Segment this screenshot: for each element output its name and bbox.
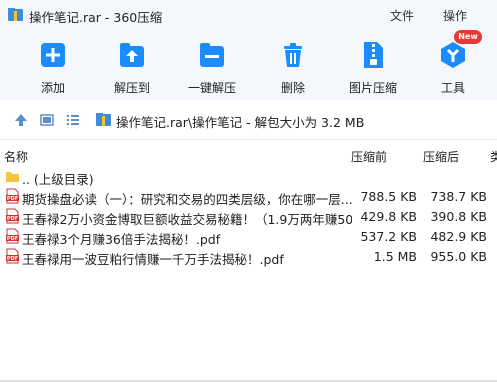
column-type[interactable]: 类 <box>490 148 497 165</box>
one-click-extract-button[interactable]: 一键解压 <box>177 40 247 98</box>
delete-label: 删除 <box>280 81 305 95</box>
path-text: 操作笔记.rar\操作笔记 - 解包大小为 3.2 MB <box>116 115 365 130</box>
column-packed[interactable]: 压缩前 <box>351 148 387 165</box>
column-name[interactable]: 名称 <box>4 148 28 165</box>
up-arrow-icon[interactable] <box>13 112 29 128</box>
tools-icon <box>441 42 465 68</box>
menu-file[interactable]: 文件 <box>390 7 414 24</box>
new-badge: New <box>454 30 482 44</box>
column-original[interactable]: 压缩后 <box>423 148 459 165</box>
list-item[interactable]: PDF 王春禄3个月赚36倍手法揭秘！.pdf 537.2 KB 482.9 K… <box>0 226 497 247</box>
path-box[interactable]: 操作笔记.rar\操作笔记 - 解包大小为 3.2 MB <box>92 108 497 132</box>
extract-to-label: 解压到 <box>113 81 150 95</box>
tools-button[interactable]: 工具 <box>418 40 488 98</box>
delete-button[interactable]: 删除 <box>258 40 328 98</box>
trash-icon <box>284 43 302 67</box>
svg-text:PDF: PDF <box>7 236 18 242</box>
image-compress-button[interactable]: 图片压缩 <box>338 40 408 98</box>
add-icon <box>41 43 65 67</box>
file-packed-size: 1.5 MB <box>373 249 417 264</box>
tools-label: 工具 <box>440 81 465 95</box>
pdf-icon: PDF <box>6 228 19 244</box>
file-packed-size: 429.8 KB <box>360 209 417 224</box>
file-name: 王春禄用一波豆粕行情赚一千万手法揭秘！.pdf <box>22 252 284 267</box>
image-compress-label: 图片压缩 <box>348 81 397 95</box>
menu-operation[interactable]: 操作 <box>443 7 467 24</box>
extract-to-button[interactable]: 解压到 <box>97 40 167 98</box>
pdf-icon: PDF <box>6 208 19 224</box>
file-packed-size: 788.5 KB <box>360 189 417 204</box>
image-compress-icon <box>364 42 383 68</box>
title-bar: 操作笔记.rar - 360压缩 文件 操作 <box>0 0 497 30</box>
file-original-size: 482.9 KB <box>430 229 487 244</box>
file-packed-size: 537.2 KB <box>360 229 417 244</box>
file-original-size: 390.8 KB <box>430 209 487 224</box>
toolbar: 添加 解压到 一键解压 删除 图片压缩 工具 <box>0 30 497 100</box>
list-view-icon[interactable] <box>65 112 81 128</box>
file-original-size: 738.7 KB <box>430 189 487 204</box>
thumbnail-view-icon[interactable] <box>39 112 55 128</box>
pdf-icon: PDF <box>6 188 19 204</box>
path-bar: 操作笔记.rar\操作笔记 - 解包大小为 3.2 MB <box>0 100 497 140</box>
folder-icon <box>6 172 19 182</box>
add-label: 添加 <box>40 81 65 95</box>
svg-text:PDF: PDF <box>7 196 18 202</box>
extract-to-icon <box>120 43 144 67</box>
archive-path-icon <box>96 113 111 126</box>
file-original-size: 955.0 KB <box>430 249 487 264</box>
one-click-extract-icon <box>200 43 224 67</box>
one-click-extract-label: 一键解压 <box>187 81 236 95</box>
svg-text:PDF: PDF <box>7 256 18 262</box>
list-item[interactable]: PDF 王春禄2万小资金博取巨额收益交易秘籍！（1.9万两年赚50... 429… <box>0 206 497 227</box>
svg-text:PDF: PDF <box>7 216 18 222</box>
archive-app-icon <box>8 8 23 21</box>
window-title: 操作笔记.rar - 360压缩 <box>29 10 163 25</box>
list-item[interactable]: .. (上级目录) <box>0 166 497 187</box>
add-button[interactable]: 添加 <box>18 40 88 98</box>
list-item[interactable]: PDF 期货操盘必读（一）：研究和交易的四类层级，你在哪一层... 788.5 … <box>0 186 497 207</box>
pdf-icon: PDF <box>6 248 19 264</box>
column-header: 名称 压缩前 压缩后 类 <box>0 142 497 166</box>
list-item[interactable]: PDF 王春禄用一波豆粕行情赚一千万手法揭秘！.pdf 1.5 MB 955.0… <box>0 246 497 267</box>
